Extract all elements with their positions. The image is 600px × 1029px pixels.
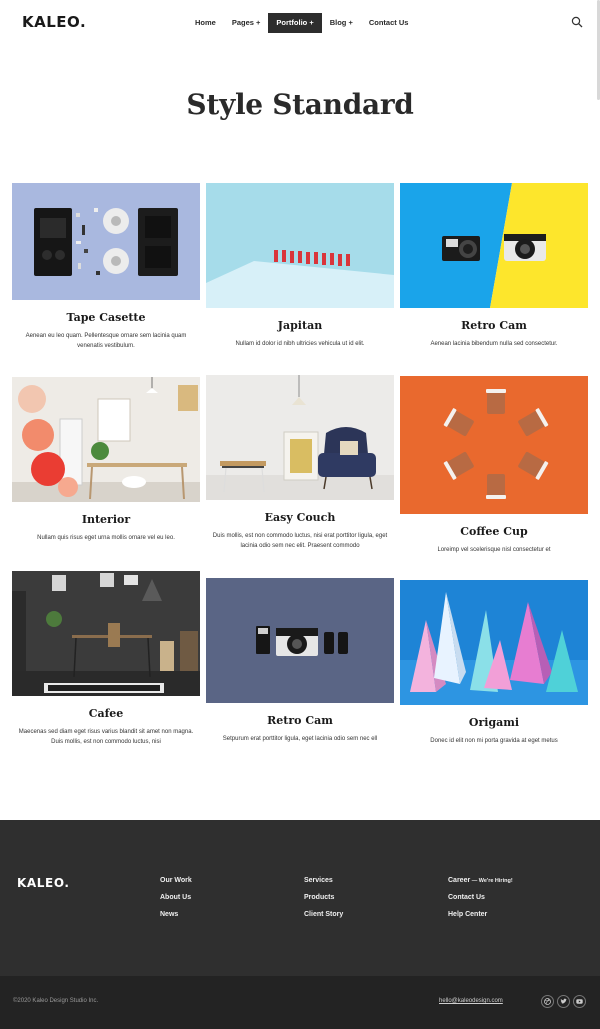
- footer-logo[interactable]: KALEO.: [17, 876, 70, 890]
- footer-bottom-bar: ©2020 Kaleo Design Studio Inc. hello@kal…: [0, 976, 600, 1029]
- card-description: Setpurum erat porttitor ligula, eget lac…: [222, 736, 378, 742]
- card-title[interactable]: Japitan: [206, 319, 394, 332]
- copyright-text: ©2020 Kaleo Design Studio Inc.: [13, 998, 99, 1004]
- footer-link-career[interactable]: Career — We're Hiring!: [448, 876, 513, 893]
- card-title[interactable]: Retro Cam: [206, 714, 394, 727]
- card-image-origami[interactable]: [400, 580, 588, 705]
- hiring-badge: — We're Hiring!: [470, 878, 513, 884]
- card-image-tape[interactable]: [12, 183, 200, 300]
- footer-link-services[interactable]: Services: [304, 876, 343, 893]
- footer-link-about-us[interactable]: About Us: [160, 893, 192, 910]
- nav-blog[interactable]: Blog +: [322, 13, 361, 33]
- portfolio-card[interactable]: Retro Cam Aenean lacinia bibendum nulla …: [400, 183, 588, 349]
- footer-column-2: Services Products Client Story: [304, 876, 343, 927]
- footer-link-help-center[interactable]: Help Center: [448, 910, 513, 927]
- card-title[interactable]: Tape Casette: [12, 311, 200, 324]
- site-logo[interactable]: KALEO.: [22, 13, 86, 31]
- card-image-clothespins[interactable]: [206, 183, 394, 308]
- card-title[interactable]: Origami: [400, 716, 588, 729]
- youtube-icon[interactable]: [573, 995, 586, 1008]
- portfolio-card[interactable]: Interior Nullam quis risus eget urna mol…: [12, 377, 200, 543]
- card-title[interactable]: Retro Cam: [400, 319, 588, 332]
- card-description: Loreimp vel scelerisque nisl consectetur…: [437, 547, 551, 553]
- portfolio-card[interactable]: Retro Cam Setpurum erat porttitor ligula…: [206, 578, 394, 744]
- card-description: Aenean lacinia bibendum nulla sed consec…: [430, 341, 558, 347]
- card-description: Aenean eu leo quam. Pellentesque ornare …: [25, 333, 187, 349]
- footer-link-client-story[interactable]: Client Story: [304, 910, 343, 927]
- portfolio-card[interactable]: Easy Couch Duis mollis, est non commodo …: [206, 375, 394, 551]
- footer-column-3: Career — We're Hiring! Contact Us Help C…: [448, 876, 513, 927]
- card-image-retro-cam[interactable]: [206, 578, 394, 703]
- search-icon[interactable]: [571, 16, 583, 28]
- dribbble-icon[interactable]: [541, 995, 554, 1008]
- page-title: Style Standard: [186, 88, 414, 121]
- footer-email-link[interactable]: hello@kaleodesign.com: [439, 998, 503, 1004]
- card-title[interactable]: Interior: [12, 513, 200, 526]
- card-description: Duis mollis, est non commodo luctus, nis…: [212, 533, 388, 549]
- card-image-interior[interactable]: [12, 377, 200, 502]
- twitter-icon[interactable]: [557, 995, 570, 1008]
- card-image-cafe[interactable]: [12, 571, 200, 696]
- site-header: KALEO. Home Pages + Portfolio + Blog + C…: [0, 0, 600, 46]
- portfolio-card[interactable]: Origami Donec id elit non mi porta gravi…: [400, 580, 588, 746]
- nav-pages[interactable]: Pages +: [224, 13, 269, 33]
- portfolio-card[interactable]: Cafee Maecenas sed diam eget risus variu…: [12, 571, 200, 747]
- footer-link-our-work[interactable]: Our Work: [160, 876, 192, 893]
- card-title[interactable]: Cafee: [12, 707, 200, 720]
- career-label: Career: [448, 877, 471, 884]
- portfolio-card[interactable]: Japitan Nullam id dolor id nibh ultricie…: [206, 183, 394, 349]
- nav-contact-us[interactable]: Contact Us: [361, 13, 417, 33]
- main-nav: Home Pages + Portfolio + Blog + Contact …: [187, 13, 416, 33]
- card-title[interactable]: Coffee Cup: [400, 525, 588, 538]
- card-image-couch[interactable]: [206, 375, 394, 500]
- footer-column-1: Our Work About Us News: [160, 876, 192, 927]
- card-description: Nullam id dolor id nibh ultricies vehicu…: [235, 341, 365, 347]
- nav-portfolio[interactable]: Portfolio +: [268, 13, 322, 33]
- card-description: Nullam quis risus eget urna mollis ornar…: [37, 535, 175, 541]
- footer-link-contact-us[interactable]: Contact Us: [448, 893, 513, 910]
- footer-link-products[interactable]: Products: [304, 893, 343, 910]
- footer-link-news[interactable]: News: [160, 910, 192, 927]
- portfolio-card[interactable]: Tape Casette Aenean eu leo quam. Pellent…: [12, 183, 200, 351]
- site-footer: KALEO. Our Work About Us News Services P…: [0, 820, 600, 976]
- nav-home[interactable]: Home: [187, 13, 224, 33]
- portfolio-card[interactable]: Coffee Cup Loreimp vel scelerisque nisl …: [400, 376, 588, 555]
- card-image-coffee-cups[interactable]: [400, 376, 588, 514]
- card-image-cameras[interactable]: [400, 183, 588, 308]
- card-description: Donec id elit non mi porta gravida at eg…: [430, 738, 558, 744]
- card-title[interactable]: Easy Couch: [206, 511, 394, 524]
- card-description: Maecenas sed diam eget risus varius blan…: [18, 729, 194, 745]
